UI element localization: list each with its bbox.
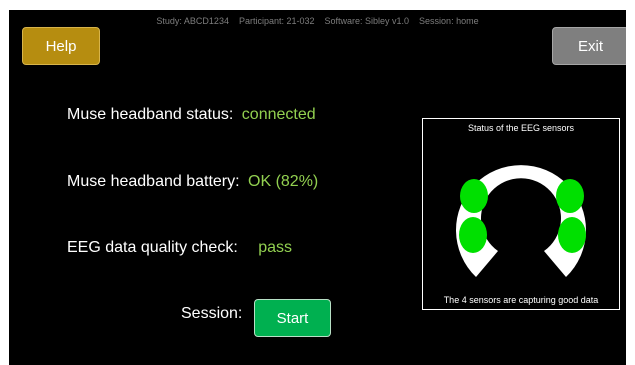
quality-check-row: EEG data quality check: pass [67, 239, 292, 257]
headband-status-row: Muse headband status: connected [67, 106, 316, 124]
sensor-right-bottom [558, 217, 586, 253]
start-button[interactable]: Start [254, 299, 331, 337]
eeg-panel-caption: The 4 sensors are capturing good data [443, 295, 599, 305]
sensor-left-bottom [459, 217, 487, 253]
headband-status-value: connected [241, 106, 316, 123]
battery-status-value: OK (82%) [248, 173, 319, 190]
eeg-sensor-panel: Status of the EEG sensors The 4 sensors … [422, 118, 620, 310]
session-info-bar: Study: ABCD1234 Participant: 21-032 Soft… [156, 16, 479, 26]
battery-status-label: Muse headband battery: [67, 173, 240, 190]
app-screen: Study: ABCD1234 Participant: 21-032 Soft… [9, 10, 626, 365]
sensor-left-top [460, 179, 488, 213]
quality-check-label: EEG data quality check: [67, 239, 238, 256]
sensor-right-top [556, 179, 584, 213]
session-label: Session: [181, 305, 243, 322]
battery-status-row: Muse headband battery: OK (82%) [67, 173, 318, 191]
eeg-headband-diagram [456, 165, 586, 277]
help-button[interactable]: Help [22, 27, 100, 65]
headband-status-label: Muse headband status: [67, 106, 234, 123]
exit-button[interactable]: Exit [552, 27, 626, 65]
quality-check-value: pass [258, 239, 293, 256]
